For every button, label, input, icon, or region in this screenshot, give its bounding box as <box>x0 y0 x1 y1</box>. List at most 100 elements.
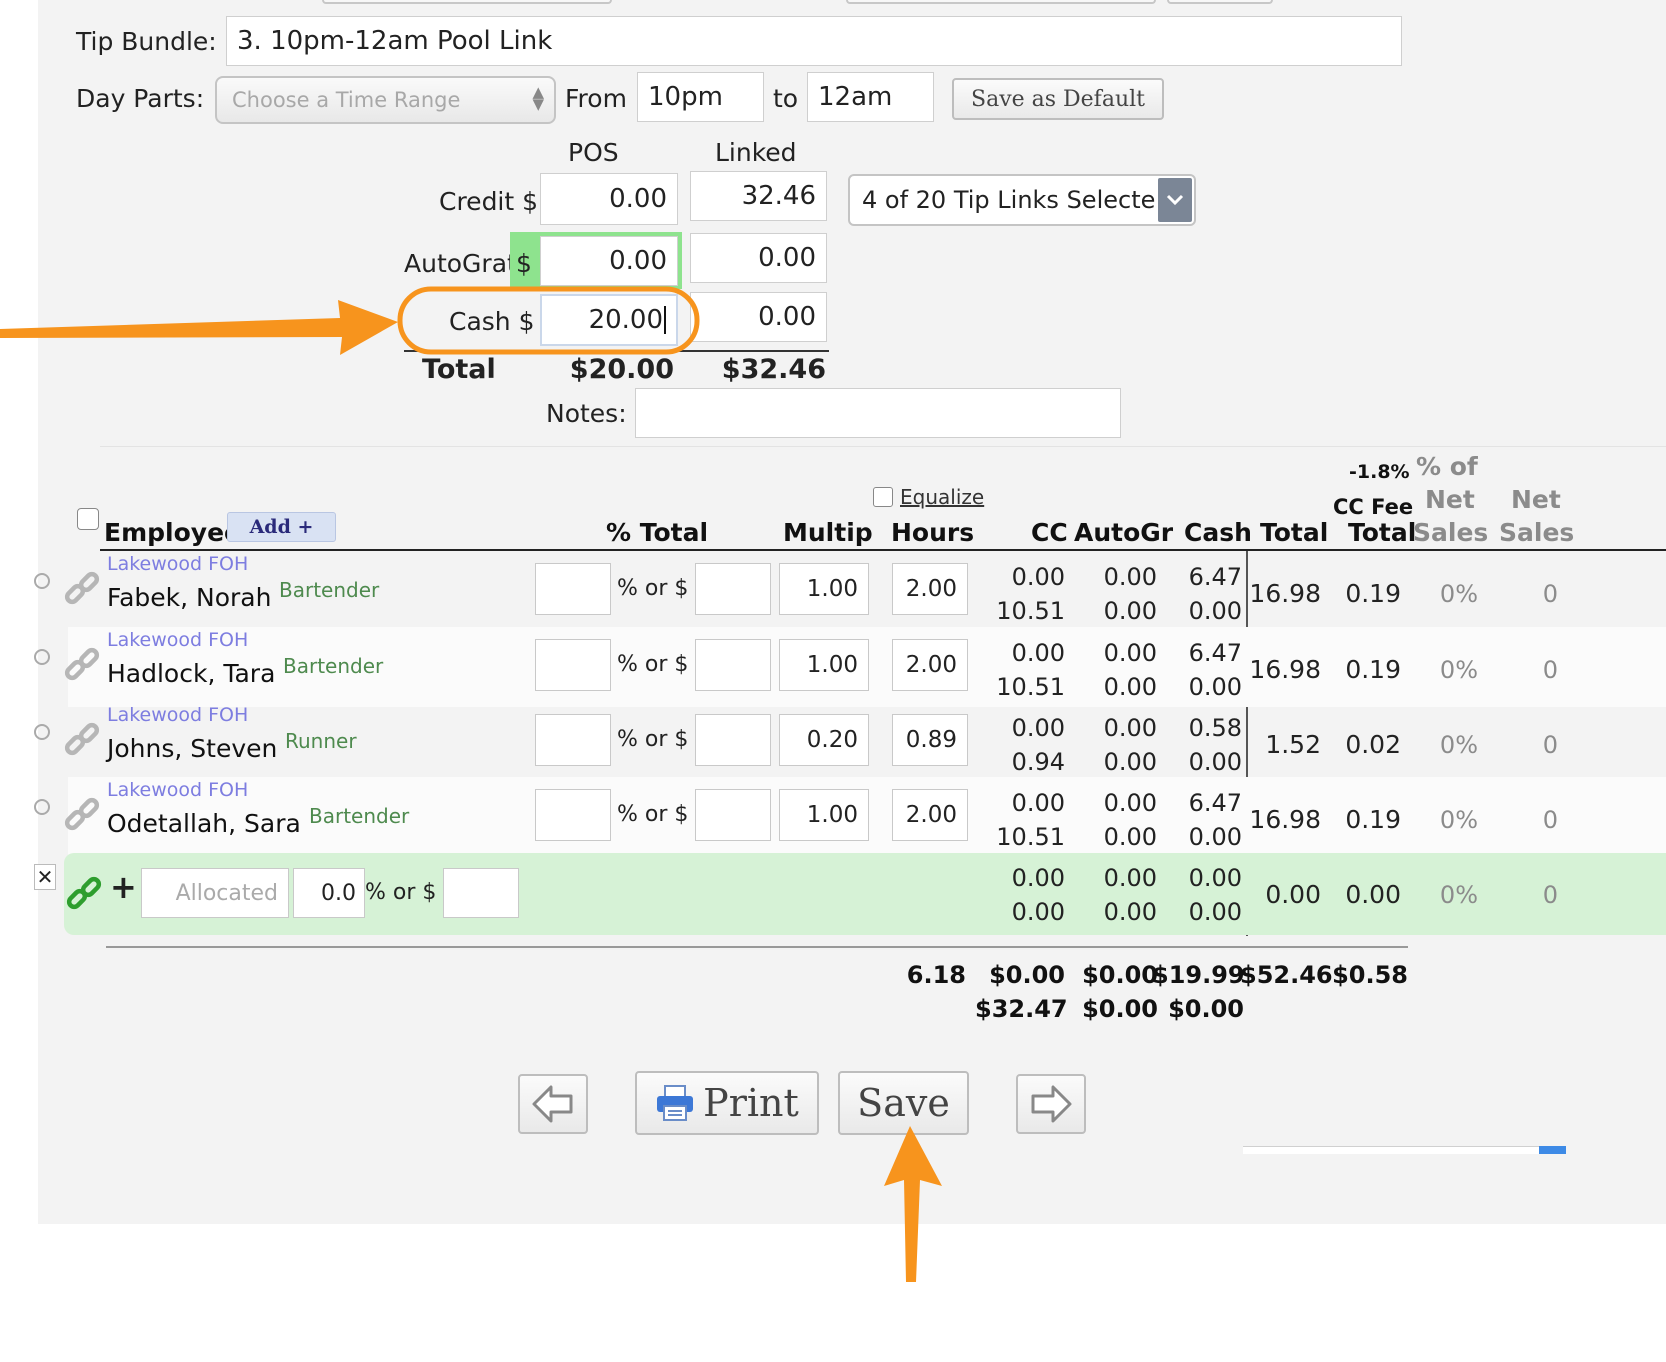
autograt-pos-field[interactable]: 0.00 <box>540 236 678 286</box>
arrow-right-icon <box>1031 1085 1072 1123</box>
previous-button[interactable] <box>518 1074 588 1134</box>
cash-top: 0.58 <box>1188 714 1242 742</box>
row-radio[interactable] <box>34 649 50 665</box>
multip-field[interactable]: 1.00 <box>779 789 869 841</box>
pct-or-label: % or $ <box>617 802 689 827</box>
cash-top: 6.47 <box>1188 639 1242 667</box>
hours-field[interactable]: 2.00 <box>892 639 968 691</box>
cc-top: 0.00 <box>1011 714 1065 742</box>
cash-top: 6.47 <box>1188 789 1242 817</box>
employee-location: Lakewood FOH <box>107 704 249 726</box>
cash-pos-field[interactable]: 20.00 <box>540 294 678 346</box>
equalize-label[interactable]: Equalize <box>900 485 984 509</box>
pct-total-field[interactable] <box>535 563 611 615</box>
pct-net-sales-header-line2: Net <box>1425 485 1475 514</box>
credit-pos-field[interactable]: 0.00 <box>540 173 678 225</box>
link-icon[interactable] <box>62 645 102 685</box>
autogr-bottom: 0.00 <box>1103 823 1157 851</box>
allocated-autogr-bottom: 0.00 <box>1103 898 1157 926</box>
tip-links-select[interactable]: 4 of 20 Tip Links Selecte <box>848 174 1196 226</box>
employee-name[interactable]: Johns, Steven <box>107 734 277 763</box>
allocated-amount-field[interactable] <box>443 868 519 918</box>
row-radio[interactable] <box>34 799 50 815</box>
autogr-top: 0.00 <box>1103 789 1157 817</box>
multip-field[interactable]: 0.20 <box>779 714 869 766</box>
amount-field[interactable] <box>695 714 771 766</box>
row-cc-fee: 0.19 <box>1345 805 1401 834</box>
link-icon[interactable] <box>62 795 102 835</box>
pct-total-field[interactable] <box>535 639 611 691</box>
row-pct-net-sales: 0% <box>1439 580 1478 608</box>
cash-pos-value: 20.00 <box>588 305 663 335</box>
pct-net-sales-header-line1: % of <box>1416 452 1478 481</box>
multip-field[interactable]: 1.00 <box>779 639 869 691</box>
allocated-net-sales: 0 <box>1542 881 1558 909</box>
day-parts-label: Day Parts: <box>76 84 205 113</box>
allocated-pct-or-label: % or $ <box>365 880 437 905</box>
print-button-label: Print <box>703 1081 799 1125</box>
employee-location: Lakewood FOH <box>107 779 249 801</box>
from-time-field[interactable]: 10pm <box>637 72 764 122</box>
pct-total-field[interactable] <box>535 789 611 841</box>
cc-top: 0.00 <box>1011 789 1065 817</box>
autogr-header: AutoGr <box>1074 518 1174 547</box>
add-employee-button[interactable]: Add + <box>227 512 336 542</box>
close-icon[interactable]: ✕ <box>34 864 56 890</box>
total-autogr-top: $0.00 <box>1082 961 1158 989</box>
employee-location: Lakewood FOH <box>107 629 249 651</box>
amount-field[interactable] <box>695 789 771 841</box>
chevron-down-icon[interactable] <box>1158 178 1192 222</box>
credit-label: Credit $ <box>439 187 539 216</box>
hours-field[interactable]: 2.00 <box>892 563 968 615</box>
employee-role: Bartender <box>309 804 410 828</box>
row-pct-net-sales: 0% <box>1439 656 1478 684</box>
totals-rule <box>106 946 1408 948</box>
cash-linked-value: 0.00 <box>690 292 827 342</box>
hours-field[interactable]: 0.89 <box>892 714 968 766</box>
pct-or-label: % or $ <box>617 652 689 677</box>
equalize-checkbox[interactable] <box>873 487 893 507</box>
to-time-field[interactable]: 12am <box>807 72 934 122</box>
link-icon[interactable] <box>62 720 102 760</box>
allocated-pct-field[interactable]: 0.0 <box>293 868 365 918</box>
row-net-sales: 0 <box>1542 806 1558 834</box>
link-icon[interactable] <box>62 569 102 609</box>
day-parts-select[interactable]: Choose a Time Range ▲ ▼ <box>215 76 556 124</box>
cutoff-blue-control <box>1539 1146 1566 1154</box>
save-as-default-button[interactable]: Save as Default <box>952 78 1164 120</box>
row-pct-net-sales: 0% <box>1439 731 1478 759</box>
pct-or-label: % or $ <box>617 576 689 601</box>
link-icon[interactable] <box>64 874 104 914</box>
tips-total-pos: $20.00 <box>569 354 674 385</box>
top-cutoff-button <box>1167 0 1273 4</box>
total-grand: $52.46 <box>1240 961 1333 989</box>
add-allocation-plus[interactable]: + <box>110 868 137 906</box>
cash-bottom: 0.00 <box>1188 823 1242 851</box>
notes-field[interactable] <box>635 388 1121 438</box>
pos-column-header: POS <box>568 138 619 167</box>
allocated-cc-fee: 0.00 <box>1345 880 1401 909</box>
cutoff-panel-edge <box>1243 1146 1539 1154</box>
row-radio[interactable] <box>34 573 50 589</box>
multip-field[interactable]: 1.00 <box>779 563 869 615</box>
cc-bottom: 10.51 <box>996 673 1065 701</box>
save-button[interactable]: Save <box>838 1071 969 1135</box>
amount-field[interactable] <box>695 639 771 691</box>
employee-name[interactable]: Fabek, Norah <box>107 583 271 612</box>
employee-name[interactable]: Hadlock, Tara <box>107 659 275 688</box>
pct-total-field[interactable] <box>535 714 611 766</box>
cc-fee-header-line2: Total <box>1348 518 1417 547</box>
row-net-sales: 0 <box>1542 656 1558 684</box>
row-radio[interactable] <box>34 724 50 740</box>
hours-field[interactable]: 2.00 <box>892 789 968 841</box>
total-cash-top: $19.99 <box>1152 961 1245 989</box>
autograt-dollar: $ <box>516 249 532 278</box>
print-button[interactable]: Print <box>635 1071 819 1135</box>
amount-field[interactable] <box>695 563 771 615</box>
select-all-checkbox[interactable] <box>77 508 99 530</box>
next-button[interactable] <box>1016 1074 1086 1134</box>
totals-divider <box>404 350 829 352</box>
allocated-field[interactable]: Allocated <box>141 868 289 918</box>
employee-name[interactable]: Odetallah, Sara <box>107 809 301 838</box>
tip-bundle-field[interactable]: 3. 10pm-12am Pool Link <box>226 16 1402 66</box>
